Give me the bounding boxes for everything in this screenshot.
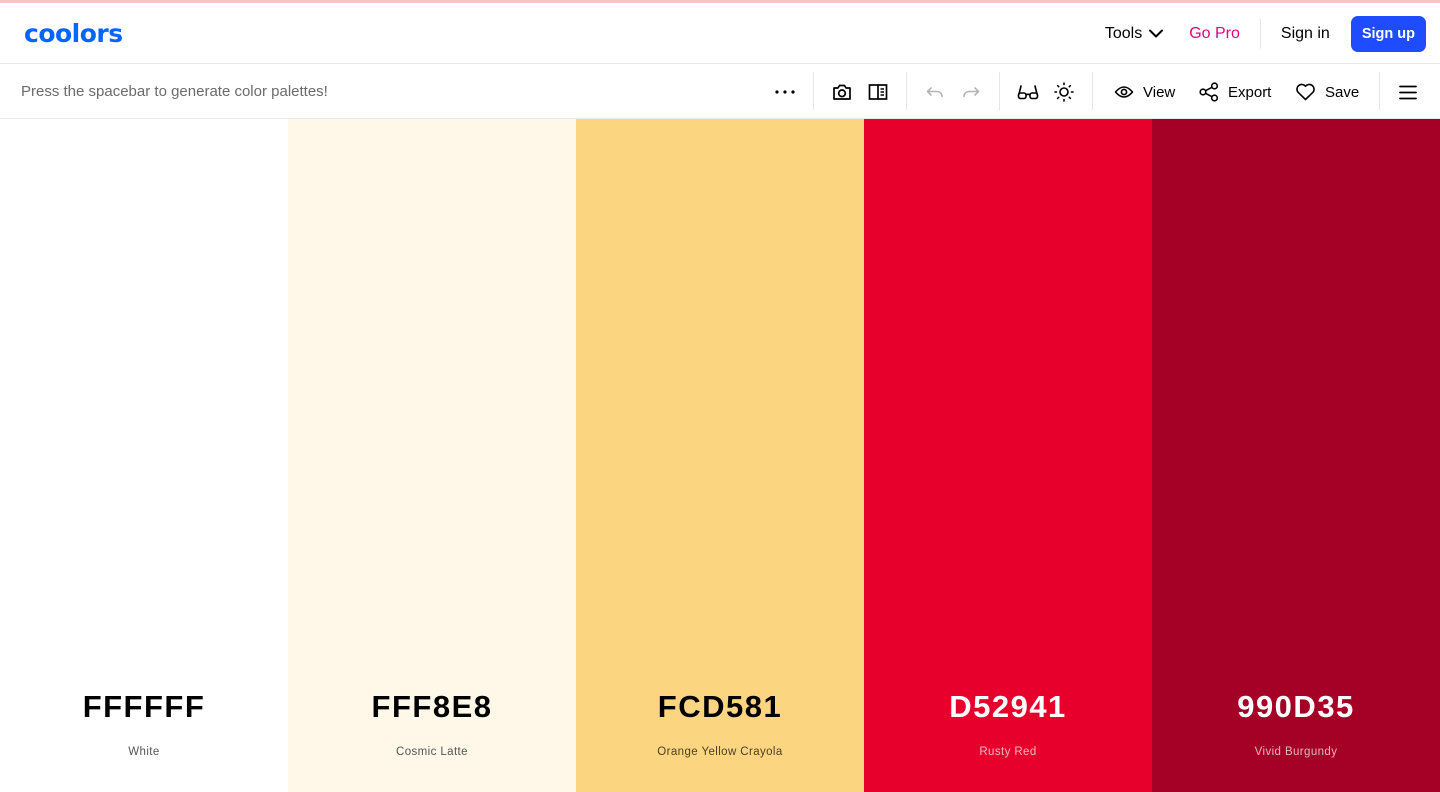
undo-icon[interactable] [919,76,951,108]
sign-in-link[interactable]: Sign in [1281,25,1330,43]
toolbar-divider [1379,72,1380,110]
tools-label: Tools [1104,24,1143,42]
hex-code[interactable]: FFFFFF [0,689,288,725]
header: coolors Tools Go Pro Sign in Sign up [0,3,1440,64]
hex-code[interactable]: D52941 [864,689,1152,725]
export-button[interactable]: Export [1199,76,1271,108]
camera-icon[interactable] [826,76,858,108]
toolbar-divider [906,72,907,110]
save-label: Save [1325,83,1360,101]
hex-code[interactable]: FFF8E8 [288,689,576,725]
color-swatch[interactable]: 990D35 Vivid Burgundy [1152,119,1440,792]
sign-up-button[interactable]: Sign up [1350,15,1426,52]
eye-icon [1114,86,1134,98]
side-panel-icon[interactable] [862,76,894,108]
header-nav: Tools Go Pro Sign in Sign up [1105,3,1426,64]
color-swatch[interactable]: FFFFFF White [0,119,288,792]
coolors-logo[interactable]: coolors [24,21,123,47]
hex-code[interactable]: 990D35 [1152,689,1440,725]
tools-menu[interactable]: Tools [1104,24,1164,43]
heart-icon [1296,83,1315,101]
hamburger-menu-icon[interactable] [1392,76,1424,108]
toolbar-divider [1092,72,1093,110]
header-divider [1259,18,1261,49]
save-button[interactable]: Save [1295,76,1359,108]
color-palette: FFFFFF White FFF8E8 Cosmic Latte FCD581 … [0,119,1440,792]
color-swatch[interactable]: FFF8E8 Cosmic Latte [288,119,576,792]
redo-icon[interactable] [955,76,987,108]
toolbar-divider [999,72,1000,110]
color-name[interactable]: Orange Yellow Crayola [576,746,864,758]
go-pro-link[interactable]: Go Pro [1189,25,1240,43]
view-button[interactable]: View [1114,76,1175,108]
color-swatch[interactable]: FCD581 Orange Yellow Crayola [576,119,864,792]
toolbar-divider [813,72,814,110]
color-name[interactable]: White [0,746,288,758]
spacebar-hint: Press the spacebar to generate color pal… [21,83,328,100]
sign-up-label: Sign up [1361,25,1415,42]
more-icon[interactable] [769,76,801,108]
color-swatch[interactable]: D52941 Rusty Red [864,119,1152,792]
export-label: Export [1228,83,1272,101]
color-name[interactable]: Rusty Red [864,746,1152,758]
color-name[interactable]: Vivid Burgundy [1152,746,1440,758]
logo-text: coolors [24,19,123,48]
share-icon [1199,82,1219,102]
hex-code[interactable]: FCD581 [576,689,864,725]
chevron-down-icon [1149,29,1164,38]
glasses-icon[interactable] [1012,76,1044,108]
view-label: View [1143,83,1176,101]
color-name[interactable]: Cosmic Latte [288,746,576,758]
sun-icon[interactable] [1048,76,1080,108]
toolbar: Press the spacebar to generate color pal… [0,64,1440,119]
